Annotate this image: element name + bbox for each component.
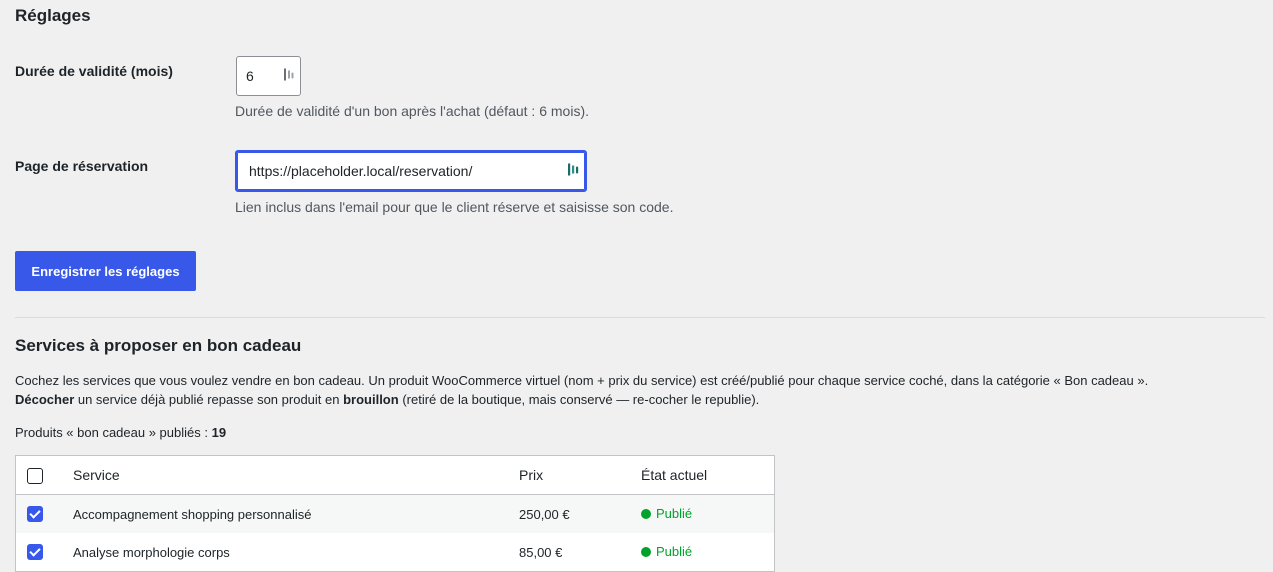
column-header-status[interactable]: État actuel [640,455,775,495]
reservation-description: Lien inclus dans l'email pour que le cli… [235,199,674,215]
column-header-price[interactable]: Prix [518,455,640,495]
table-header-row: Service Prix État actuel [15,455,775,495]
published-count-label: Produits « bon cadeau » publiés : [15,425,212,440]
service-name: Analyse morphologie corps [73,544,230,560]
intro-text-a: un service déjà publié repasse son produ… [74,392,344,407]
status-label: Publié [656,506,693,522]
select-all-checkbox[interactable] [27,467,43,484]
reservation-url-input[interactable]: https://placeholder.local/reservation/ [235,150,587,192]
services-intro-line2: Décocher un service déjà publié repasse … [15,390,1265,409]
service-name: Accompagnement shopping personnalisé [72,494,518,533]
services-table: Service Prix État actuel Accompagnement … [15,455,775,572]
password-manager-icon[interactable] [284,68,294,85]
select-all-cell [15,455,72,495]
validity-input[interactable]: 6 [236,56,301,96]
uncheck-emphasis: Décocher [15,392,75,407]
table-row: Accompagnement shopping personnalisé 250… [15,494,775,533]
services-intro: Cochez les services que vous voulez vend… [15,371,1265,409]
service-price: 250,00 € [518,494,640,533]
column-header-service[interactable]: Service [72,455,518,495]
section-divider [15,317,1265,318]
service-status: Publié [640,533,775,572]
status-dot [641,508,651,519]
status-label: Publié [656,544,693,560]
row-checkbox-cell [15,494,72,533]
password-manager-icon[interactable] [568,163,579,180]
draft-emphasis: brouillon [343,392,399,407]
row-checkbox[interactable] [27,544,43,561]
services-intro-line1: Cochez les services que vous voulez vend… [15,373,1149,388]
service-status: Publié [640,494,775,533]
validity-value: 6 [246,68,254,84]
intro-text-b: (retiré de la boutique, mais conservé — … [398,392,760,407]
save-settings-button[interactable]: Enregistrer les réglages [15,251,196,291]
reservation-url-value: https://placeholder.local/reservation/ [249,163,473,179]
table-row: Analyse morphologie corps 85,00 € Publié [16,533,775,572]
services-title: Services à proposer en bon cadeau [15,336,302,355]
row-checkbox[interactable] [27,506,43,523]
row-checkbox-cell [16,533,73,572]
validity-label: Durée de validité (mois) [15,63,173,79]
service-price: 85,00 € [519,544,563,560]
validity-description: Durée de validité d'un bon après l'achat… [235,103,589,119]
reservation-label: Page de réservation [15,158,149,174]
published-count: Produits « bon cadeau » publiés : 19 [15,423,226,442]
settings-title: Réglages [15,6,91,25]
published-count-value: 19 [211,425,227,440]
status-dot [641,546,651,557]
